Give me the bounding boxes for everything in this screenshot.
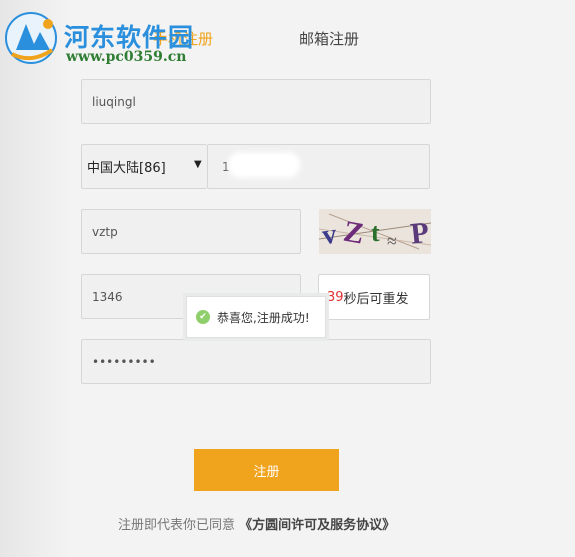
watermark-logo-icon <box>5 12 57 64</box>
sms-code-value: 1346 <box>92 289 123 304</box>
captcha-input-value: vztp <box>92 224 118 239</box>
svg-text:v: v <box>320 219 338 252</box>
password-input[interactable]: ••••••••• <box>81 339 431 384</box>
svg-text:t: t <box>371 218 380 247</box>
tab-email-register[interactable]: 邮箱注册 <box>299 28 359 49</box>
agreement-link[interactable]: 《方圆间许可及服务协议》 <box>239 518 395 533</box>
captcha-graphic: v Z t ≈ P <box>319 213 431 252</box>
resend-code-button[interactable]: 39 秒后可重发 <box>318 274 430 320</box>
agreement-prefix: 注册即代表你已同意 <box>118 518 236 533</box>
phone-redaction-mark <box>228 152 300 178</box>
toast-message: 恭喜您,注册成功! <box>217 310 310 325</box>
username-input[interactable]: liuqingl <box>81 79 431 124</box>
region-value: 中国大陆[86] <box>87 161 166 176</box>
site-watermark: 河东软件园 www.pc0359.cn <box>4 10 214 70</box>
resend-suffix: 秒后可重发 <box>343 291 409 307</box>
success-toast: ✔ 恭喜您,注册成功! <box>186 296 326 338</box>
svg-text:P: P <box>409 216 431 251</box>
agreement-text: 注册即代表你已同意 《方圆间许可及服务协议》 <box>118 514 395 533</box>
username-value: liuqingl <box>92 94 136 109</box>
watermark-url: www.pc0359.cn <box>66 49 187 65</box>
resend-countdown: 39 <box>327 289 344 305</box>
background-shade <box>0 0 70 557</box>
check-circle-icon: ✔ <box>196 310 210 324</box>
dropdown-caret-icon: ▼ <box>194 159 202 170</box>
svg-text:≈: ≈ <box>387 231 397 251</box>
captcha-image[interactable]: v Z t ≈ P <box>319 209 431 254</box>
password-value: ••••••••• <box>92 354 156 369</box>
region-select[interactable]: 中国大陆[86] ▼ <box>81 144 207 189</box>
captcha-input[interactable]: vztp <box>81 209 301 254</box>
register-button[interactable]: 注册 <box>194 449 339 491</box>
svg-text:Z: Z <box>341 215 366 251</box>
